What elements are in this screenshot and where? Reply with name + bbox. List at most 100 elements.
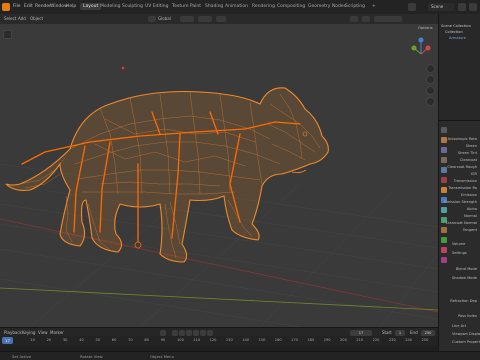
play-reverse-icon[interactable]	[186, 329, 192, 336]
output-tab-icon[interactable]	[441, 147, 447, 153]
panel-line-art[interactable]: Line Art	[452, 324, 477, 328]
step-forward-icon[interactable]	[200, 329, 206, 336]
tab-scripting[interactable]: Scripting	[345, 4, 365, 9]
zoom-icon[interactable]	[426, 64, 435, 73]
prop-clearcoat-normal: Clearcoat Normal	[445, 221, 477, 225]
tab-layout[interactable]: Layout	[80, 3, 102, 10]
ruler-tick-label: 120	[209, 338, 217, 342]
texture-tab-icon[interactable]	[441, 257, 447, 263]
view-layer-tab-icon[interactable]	[441, 157, 447, 163]
end-frame-field[interactable]: 250	[421, 329, 435, 336]
menu-file[interactable]: File	[13, 4, 21, 9]
ruler-tick-label: 230	[388, 338, 396, 342]
panel-viewport-display[interactable]: Viewport Display	[452, 332, 480, 336]
step-back-icon[interactable]	[179, 329, 185, 336]
prop-tangent: Tangent	[462, 228, 477, 232]
camera-view-icon[interactable]	[426, 86, 435, 95]
shading-mode-buttons[interactable]	[374, 16, 402, 22]
snap-toggle[interactable]	[198, 16, 212, 22]
viewport-menu-select[interactable]: Select	[4, 16, 16, 21]
jump-end-icon[interactable]	[207, 329, 213, 336]
tab-sculpting[interactable]: Sculpting	[122, 4, 143, 9]
tab-rendering[interactable]: Rendering	[252, 4, 275, 9]
app-logo-icon[interactable]	[2, 3, 10, 11]
material-tab-icon[interactable]	[441, 247, 447, 253]
status-bar: Set Active Rotate View Object Menu	[0, 351, 480, 360]
timeline-menu-playback[interactable]: Playback	[4, 330, 22, 335]
tiger-wireframe-mesh[interactable]	[5, 87, 329, 263]
play-icon[interactable]	[193, 329, 199, 336]
view-layer-menu-icon[interactable]	[469, 3, 477, 11]
tab-modeling[interactable]: Modeling	[100, 4, 120, 9]
viewport-menu-object[interactable]: Object	[30, 16, 43, 21]
prop-emission: Emission	[461, 193, 477, 197]
tool-tab-icon[interactable]	[441, 127, 447, 133]
outliner-armature[interactable]: Armature	[449, 36, 466, 40]
overlay-toggle[interactable]	[350, 16, 358, 22]
properties-panel: Anisotropic Rota Sheen Sheen Tint Clearc…	[438, 120, 480, 360]
ruler-tick-label: 30	[62, 338, 68, 342]
transform-orientation-dropdown[interactable]: Global	[158, 16, 171, 21]
ruler-tick-label: 200	[340, 338, 347, 342]
tab-geometry-nodes[interactable]: Geometry Nodes	[308, 4, 346, 9]
tab-shading[interactable]: Shading	[205, 4, 223, 9]
current-frame-indicator[interactable]: 17	[2, 337, 13, 344]
light-origin-icon[interactable]	[121, 66, 125, 70]
current-frame-field[interactable]: 17	[350, 329, 372, 336]
prop-anisotropic-rotation: Anisotropic Rota	[447, 137, 477, 141]
viewport-options-button[interactable]: Options	[418, 25, 433, 30]
prop-normal: Normal	[463, 214, 477, 218]
record-keyframe-icon[interactable]	[160, 329, 166, 336]
transform-orientation-icon[interactable]	[148, 16, 156, 22]
viewport-menu-add[interactable]: Add	[18, 16, 26, 21]
xray-toggle[interactable]	[362, 16, 370, 22]
add-workspace-icon[interactable]: +	[372, 4, 376, 9]
pivot-point-dropdown[interactable]	[180, 16, 194, 22]
panel-volume[interactable]: Volume	[452, 242, 477, 246]
navigation-gizmo[interactable]	[411, 37, 431, 55]
particles-tab-icon[interactable]	[441, 207, 447, 213]
view-layer-icon[interactable]	[458, 3, 466, 11]
ruler-tick-label: 140	[242, 338, 250, 342]
ruler-tick-label: 10	[30, 338, 35, 342]
ruler-tick-label: 130	[225, 338, 233, 342]
ruler-tick-label: 110	[193, 338, 201, 342]
panel-settings[interactable]: Settings	[452, 251, 477, 255]
menu-edit[interactable]: Edit	[24, 4, 33, 9]
timeline-ruler[interactable]: 17 10 20 30 40 50 60 70 80 90 100 110 120 130 140 150 1…	[0, 336, 438, 346]
panel-custom-properties[interactable]: Custom Properties	[452, 340, 480, 344]
menu-help[interactable]: Help	[66, 4, 76, 9]
tab-texture-paint[interactable]: Texture Paint	[172, 4, 201, 9]
tab-uv-editing[interactable]: UV Editing	[145, 4, 168, 9]
outliner-panel: Scene Collection Collection Armature	[438, 14, 480, 120]
object-tab-icon[interactable]	[441, 187, 447, 193]
scene-icon[interactable]	[408, 3, 416, 11]
tab-animation[interactable]: Animation	[225, 4, 248, 9]
proportional-editing-toggle[interactable]	[216, 16, 226, 22]
ruler-tick-label: 250	[421, 338, 429, 342]
start-frame-field[interactable]: 1	[395, 329, 405, 336]
world-tab-icon[interactable]	[441, 177, 447, 183]
timeline-menu-view[interactable]: View	[38, 330, 48, 335]
pan-icon[interactable]	[426, 75, 435, 84]
constraints-tab-icon[interactable]	[441, 227, 447, 233]
prop-alpha: Alpha	[466, 207, 477, 211]
ruler-tick-label: 100	[177, 338, 184, 342]
outliner-collection[interactable]: Collection	[445, 30, 463, 34]
perspective-toggle-icon[interactable]	[426, 97, 435, 106]
scene-selector[interactable]: Scene	[428, 3, 454, 11]
3d-viewport[interactable]: Options	[0, 24, 438, 327]
viewport-canvas	[0, 37, 438, 327]
scene-tab-icon[interactable]	[441, 167, 447, 173]
data-tab-icon[interactable]	[441, 237, 447, 243]
tab-compositing[interactable]: Compositing	[277, 4, 305, 9]
render-tab-icon[interactable]	[441, 137, 447, 143]
jump-start-icon[interactable]	[172, 329, 178, 336]
outliner-scene-collection[interactable]: Scene Collection	[441, 24, 471, 28]
timeline-menu-keying[interactable]: Keying	[22, 330, 35, 335]
timeline-menu-marker[interactable]: Marker	[50, 330, 64, 335]
viewport-header: Select Add Object Global	[0, 14, 438, 24]
menu-render[interactable]: Render	[35, 4, 51, 9]
select-tool-icon[interactable]	[3, 30, 12, 39]
prop-transmission: Transmission	[453, 179, 477, 183]
